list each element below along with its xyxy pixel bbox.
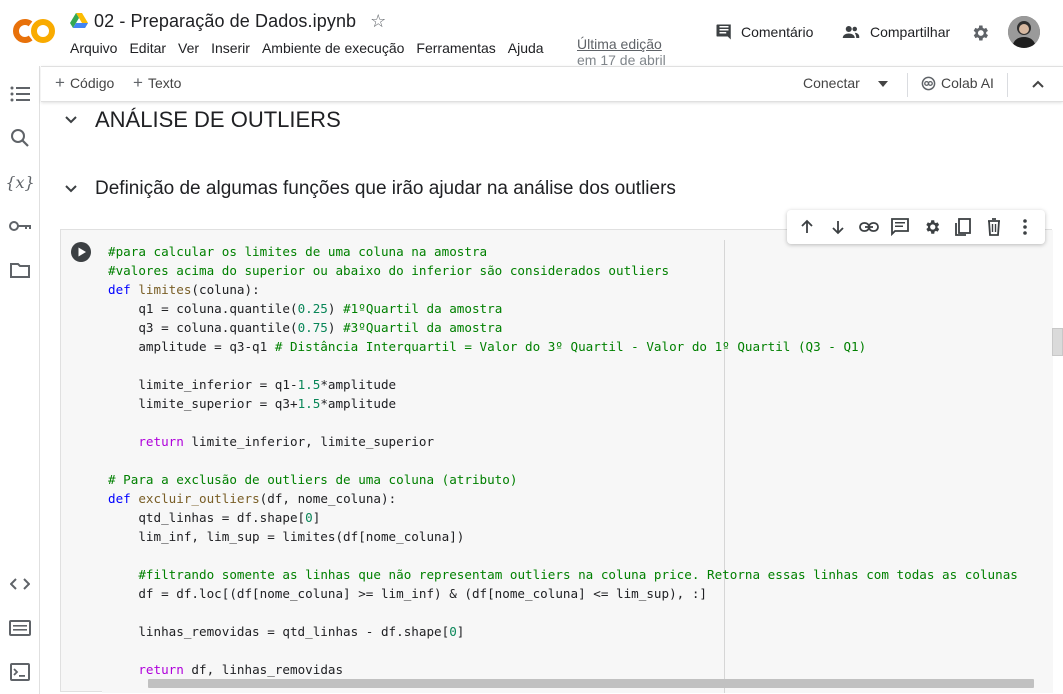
plus-icon: + bbox=[55, 73, 65, 92]
subsection-heading: Definição de algumas funções que irão aj… bbox=[95, 178, 676, 199]
people-icon bbox=[842, 26, 860, 38]
add-text-label: Texto bbox=[147, 75, 182, 91]
code-line[interactable] bbox=[108, 451, 1018, 470]
terminal-icon[interactable] bbox=[8, 660, 32, 684]
code-line[interactable]: limite_inferior = q1-1.5*amplitude bbox=[108, 375, 1018, 394]
last-edit-link[interactable]: Última edição em 17 de abril bbox=[577, 36, 666, 68]
code-line[interactable] bbox=[108, 641, 1018, 660]
toolbar-divider bbox=[907, 73, 908, 97]
code-line[interactable] bbox=[108, 546, 1018, 565]
code-line[interactable]: limite_superior = q3+1.5*amplitude bbox=[108, 394, 1018, 413]
section-definicao-funcoes: Definição de algumas funções que irão aj… bbox=[63, 178, 676, 200]
menu-ver[interactable]: Ver bbox=[178, 40, 199, 56]
run-cell-button[interactable] bbox=[70, 241, 92, 263]
horizontal-scrollbar[interactable] bbox=[148, 679, 1034, 688]
code-line[interactable] bbox=[108, 603, 1018, 622]
toc-icon[interactable] bbox=[8, 82, 32, 106]
connect-label: Conectar bbox=[803, 75, 860, 91]
code-line[interactable] bbox=[108, 413, 1018, 432]
menu-ajuda[interactable]: Ajuda bbox=[508, 40, 544, 56]
key-icon[interactable] bbox=[8, 214, 32, 238]
comment-label: Comentário bbox=[741, 24, 814, 40]
menu-bar: Arquivo Editar Ver Inserir Ambiente de e… bbox=[70, 40, 556, 56]
last-edit-line1: Última edição bbox=[577, 36, 662, 52]
section-heading: ANÁLISE DE OUTLIERS bbox=[95, 107, 341, 132]
colab-ai-button[interactable]: Colab AI bbox=[921, 75, 994, 91]
mirror-cell-icon[interactable] bbox=[952, 216, 974, 238]
menu-inserir[interactable]: Inserir bbox=[211, 40, 250, 56]
colab-ai-icon bbox=[921, 76, 936, 90]
code-line[interactable]: return limite_inferior, limite_superior bbox=[108, 432, 1018, 451]
chevron-down-icon[interactable] bbox=[878, 81, 888, 87]
star-outline-icon[interactable]: ☆ bbox=[370, 12, 386, 30]
code-cell[interactable]: #para calcular os limites de uma coluna … bbox=[60, 229, 1053, 693]
code-line[interactable]: q1 = coluna.quantile(0.25) #1ºQuartil da… bbox=[108, 299, 1018, 318]
add-code-button[interactable]: + Código bbox=[55, 73, 115, 92]
avatar[interactable] bbox=[1008, 16, 1040, 48]
comment-button[interactable]: Comentário bbox=[715, 20, 813, 44]
code-line[interactable]: qtd_linhas = df.shape[0] bbox=[108, 508, 1018, 527]
menu-ferramentas[interactable]: Ferramentas bbox=[416, 40, 495, 56]
chevron-down-icon[interactable] bbox=[63, 181, 79, 197]
gear-icon[interactable] bbox=[970, 23, 990, 43]
menu-arquivo[interactable]: Arquivo bbox=[70, 40, 117, 56]
more-vert-icon[interactable] bbox=[1014, 216, 1036, 238]
add-code-label: Código bbox=[69, 75, 115, 91]
section-analise-outliers: ANÁLISE DE OUTLIERS bbox=[63, 107, 341, 133]
code-text[interactable]: #para calcular os limites de uma coluna … bbox=[108, 242, 1018, 679]
colab-logo[interactable] bbox=[12, 14, 56, 48]
delete-icon[interactable] bbox=[983, 216, 1005, 238]
colab-ai-label: Colab AI bbox=[941, 75, 994, 91]
code-line[interactable]: #valores acima do superior ou abaixo do … bbox=[108, 261, 1018, 280]
code-line[interactable]: #para calcular os limites de uma coluna … bbox=[108, 242, 1018, 261]
google-drive-icon[interactable] bbox=[70, 13, 88, 29]
comment-icon bbox=[716, 24, 731, 40]
notebook-content: ANÁLISE DE OUTLIERS Definição de algumas… bbox=[41, 102, 1063, 694]
menu-ambiente-execucao[interactable]: Ambiente de execução bbox=[262, 40, 404, 56]
gear-icon[interactable] bbox=[921, 216, 943, 238]
arrow-up-icon[interactable] bbox=[796, 216, 818, 238]
add-text-button[interactable]: + Texto bbox=[133, 73, 182, 92]
code-snippets-icon[interactable] bbox=[8, 572, 32, 596]
code-line[interactable]: lim_inf, lim_sup = limites(df[nome_colun… bbox=[108, 527, 1018, 546]
code-line[interactable]: q3 = coluna.quantile(0.75) #3ºQuartil da… bbox=[108, 318, 1018, 337]
comment-icon[interactable] bbox=[889, 216, 911, 238]
code-line[interactable]: def limites(coluna): bbox=[108, 280, 1018, 299]
variables-icon[interactable]: {x} bbox=[5, 170, 34, 194]
arrow-down-icon[interactable] bbox=[827, 216, 849, 238]
code-line[interactable]: linhas_removidas = qtd_linhas - df.shape… bbox=[108, 622, 1018, 641]
chevron-down-icon[interactable] bbox=[63, 112, 79, 128]
share-button[interactable]: Compartilhar bbox=[840, 20, 950, 44]
toolbar-divider bbox=[1007, 73, 1008, 97]
search-icon[interactable] bbox=[8, 126, 32, 150]
code-line[interactable]: return df, linhas_removidas bbox=[108, 660, 1018, 679]
chevron-up-icon[interactable] bbox=[1032, 80, 1044, 88]
connect-button[interactable]: Conectar bbox=[803, 75, 860, 91]
code-editor[interactable]: #para calcular os limites de uma coluna … bbox=[102, 230, 1053, 693]
vertical-scrollbar[interactable] bbox=[1052, 328, 1063, 356]
folder-icon[interactable] bbox=[8, 258, 32, 282]
code-line[interactable]: amplitude = q3-q1 # Distância Interquart… bbox=[108, 337, 1018, 356]
left-rail: {x} bbox=[0, 66, 40, 694]
cell-toolbar bbox=[787, 210, 1045, 244]
code-line[interactable]: def excluir_outliers(df, nome_coluna): bbox=[108, 489, 1018, 508]
code-line[interactable]: #filtrando somente as linhas que não rep… bbox=[108, 565, 1018, 584]
title-row: 02 - Preparação de Dados.ipynb ☆ bbox=[70, 8, 386, 34]
avatar-image bbox=[1008, 16, 1040, 48]
menu-editar[interactable]: Editar bbox=[129, 40, 166, 56]
notebook-toolbar: + Código + Texto Conectar Colab AI bbox=[41, 66, 1063, 102]
share-label: Compartilhar bbox=[870, 24, 951, 40]
code-line[interactable]: # Para a exclusão de outliers de uma col… bbox=[108, 470, 1018, 489]
code-line[interactable] bbox=[108, 356, 1018, 375]
code-line[interactable]: df = df.loc[(df[nome_coluna] >= lim_inf)… bbox=[108, 584, 1018, 603]
notebook-title[interactable]: 02 - Preparação de Dados.ipynb bbox=[94, 11, 356, 32]
command-palette-icon[interactable] bbox=[8, 616, 32, 640]
header: 02 - Preparação de Dados.ipynb ☆ Arquivo… bbox=[0, 0, 1063, 68]
plus-icon: + bbox=[133, 73, 143, 92]
link-icon[interactable] bbox=[858, 216, 880, 238]
